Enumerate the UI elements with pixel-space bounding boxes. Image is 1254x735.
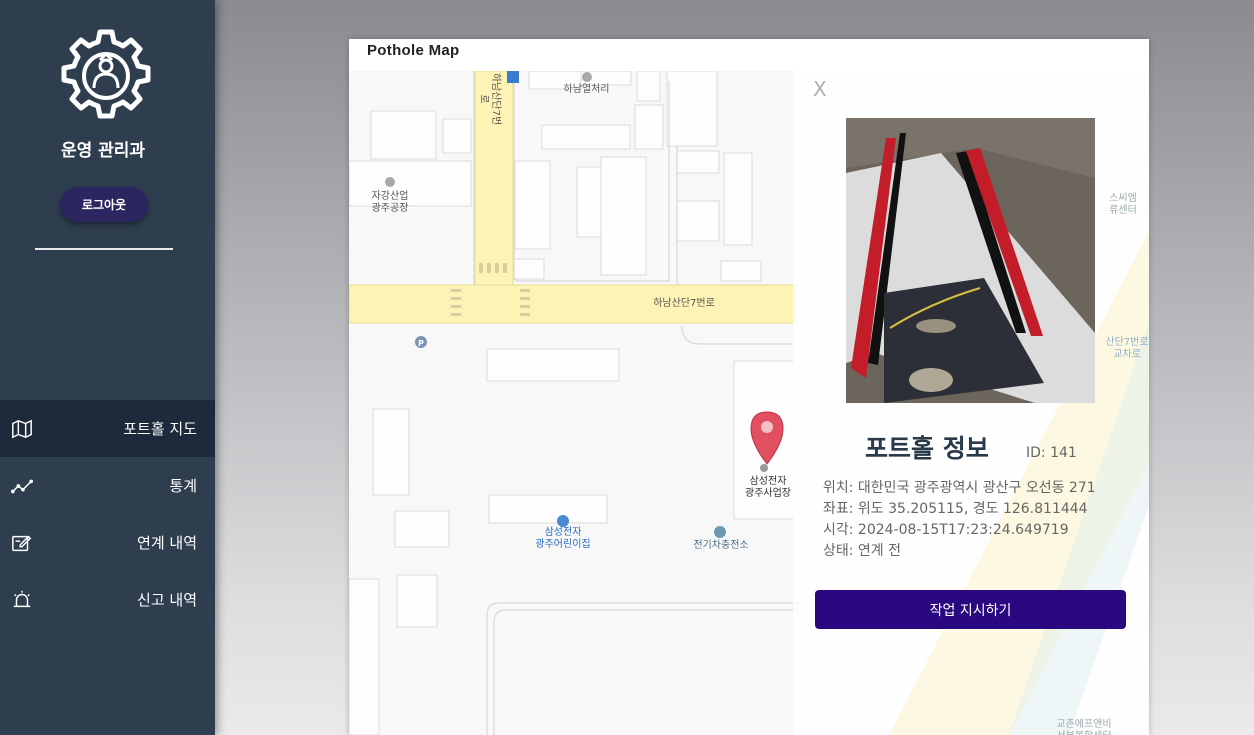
info-status: 상태: 연계 전: [823, 543, 902, 559]
department-name: 운영 관리과: [60, 141, 146, 161]
map-poi-jagang: 자강산업 광주공장: [371, 191, 409, 214]
sidebar-divider: [35, 248, 173, 250]
pothole-photo: [846, 118, 1095, 403]
pothole-id: ID: 141: [1026, 445, 1077, 461]
info-time: 시각: 2024-08-15T17:23:24.649719: [823, 522, 1069, 538]
logout-button[interactable]: 로그아웃: [60, 187, 148, 222]
map-icon: [12, 419, 32, 438]
sidebar: 운영 관리과 로그아웃 포트홀 지도 통계 연계 내역 신고 내역: [0, 0, 215, 735]
info-coordinates: 좌표: 위도 35.205115, 경도 126.811444: [823, 501, 1088, 517]
gear-logo-icon: [61, 29, 151, 119]
chart-line-icon: [11, 479, 33, 493]
map-road-label-vertical: 하남산단7번로: [478, 72, 501, 126]
info-title: 포트홀 정보: [865, 434, 989, 463]
nav-label: 포트홀 지도: [123, 420, 197, 438]
edit-icon: [12, 535, 32, 551]
svg-text:P: P: [418, 339, 424, 348]
map-road-label-right: 산단7번로 교차로: [1105, 337, 1149, 360]
map-poi-samsung-kids: 삼성전자 광주어린이집: [535, 527, 591, 550]
nav-item-linked-history[interactable]: 연계 내역: [0, 514, 215, 571]
map-road-label-horizontal: 하남산단7번로: [653, 298, 715, 309]
pothole-map-card: Pothole Map P 하남산단7번로 하남열처리 자강산업 광주공장 하남…: [349, 39, 1149, 735]
nav-item-report-history[interactable]: 신고 내역: [0, 571, 215, 628]
nav-item-pothole-map[interactable]: 포트홀 지도: [0, 400, 215, 457]
alarm-icon: [13, 590, 31, 607]
close-button[interactable]: X: [813, 77, 827, 101]
page-title: Pothole Map: [367, 42, 460, 59]
info-location: 위치: 대한민국 광주광역시 광산구 오선동 271: [823, 480, 1096, 496]
nav-label: 연계 내역: [137, 534, 197, 552]
sidebar-nav: 포트홀 지도 통계 연계 내역 신고 내역: [0, 400, 215, 628]
nav-label: 신고 내역: [137, 591, 197, 609]
map-poi-ev-station: 전기차충전소: [693, 540, 749, 551]
assign-work-button[interactable]: 작업 지시하기: [815, 590, 1126, 629]
map-poi-hanam: 하남열처리: [563, 84, 610, 95]
nav-item-statistics[interactable]: 통계: [0, 457, 215, 514]
info-details: 위치: 대한민국 광주광역시 광산구 오선동 271 좌표: 위도 35.205…: [823, 478, 1096, 562]
map-poi-right-bottom: 교촌에프앤비 서부복합센터: [1056, 719, 1112, 735]
map-poi-right-top: 스씨엠 류센터: [1109, 193, 1137, 216]
pothole-info-panel: 스씨엠 류센터 산단7번로 교차로 교촌에프앤비 서부복합센터 X 포트홀 정보…: [793, 71, 1149, 735]
nav-label: 통계: [169, 477, 197, 495]
